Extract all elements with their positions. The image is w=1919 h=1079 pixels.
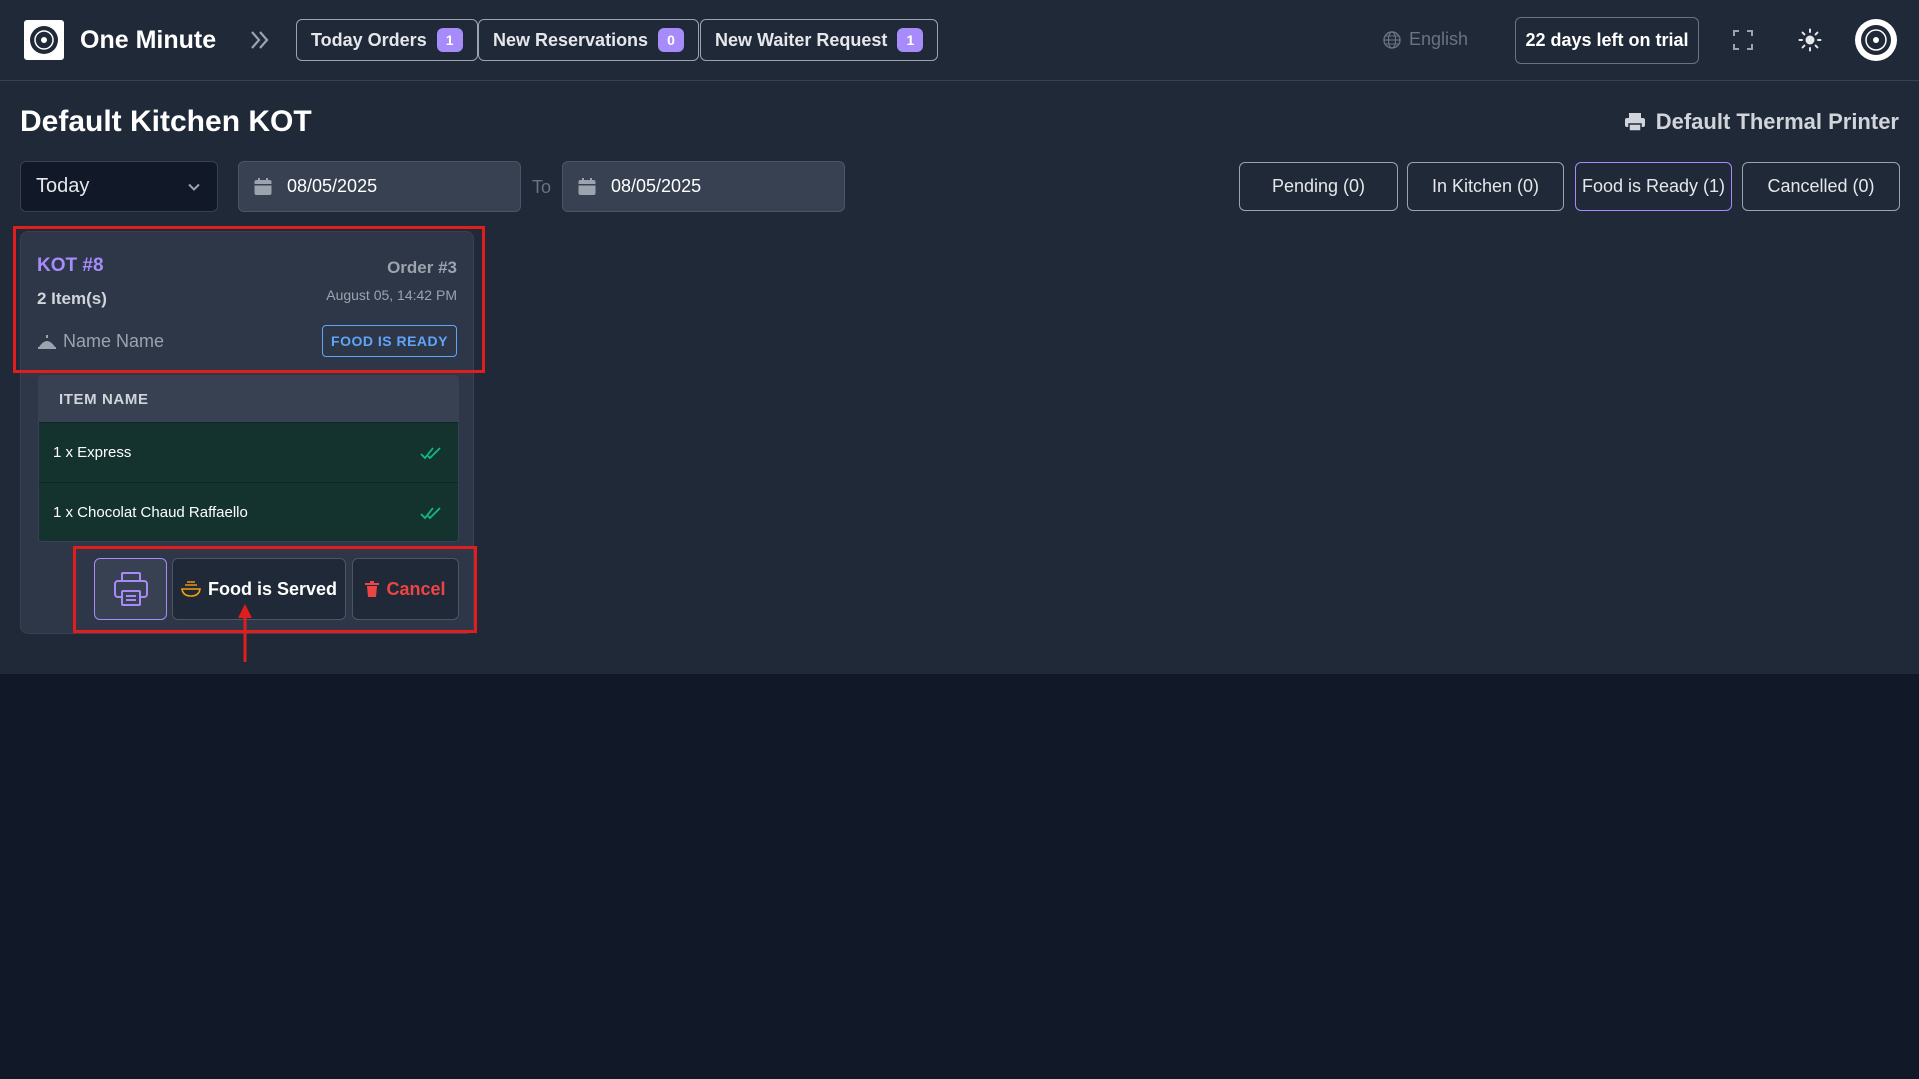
today-orders-label: Today Orders — [311, 29, 427, 50]
today-orders-button[interactable]: Today Orders 1 — [296, 19, 478, 61]
double-check-icon — [420, 446, 441, 459]
today-orders-count: 1 — [436, 28, 463, 52]
table-row: 1 x Express — [39, 422, 458, 482]
language-selector[interactable]: English — [1382, 29, 1468, 50]
calendar-icon — [254, 177, 272, 195]
tab-cancelled[interactable]: Cancelled (0) — [1742, 162, 1900, 211]
tab-in-kitchen[interactable]: In Kitchen (0) — [1407, 162, 1564, 211]
brand-name: One Minute — [80, 26, 217, 54]
new-waiter-request-label: New Waiter Request — [715, 29, 888, 50]
expand-sidebar-icon[interactable] — [246, 26, 274, 54]
avatar-logo-icon — [1861, 25, 1891, 55]
annotation-highlight-card-header — [13, 226, 485, 373]
date-to-input[interactable]: 08/05/2025 — [562, 161, 845, 212]
to-label: To — [532, 177, 552, 197]
annotation-highlight-actions — [73, 546, 477, 633]
fullscreen-icon[interactable] — [1731, 28, 1755, 52]
item-name: 1 x Express — [53, 444, 132, 461]
items-table-header: ITEM NAME — [39, 376, 458, 422]
printer-selector[interactable]: Default Thermal Printer — [1624, 109, 1899, 135]
trial-button[interactable]: 22 days left on trial — [1515, 17, 1699, 64]
item-name: 1 x Chocolat Chaud Raffaello — [53, 504, 248, 521]
items-table: ITEM NAME 1 x Express 1 x Chocolat Chaud… — [38, 375, 459, 542]
user-avatar[interactable] — [1855, 19, 1897, 61]
new-reservations-count: 0 — [658, 28, 685, 52]
tab-food-is-ready[interactable]: Food is Ready (1) — [1575, 162, 1732, 211]
date-from-value: 08/05/2025 — [287, 176, 378, 196]
calendar-icon — [578, 177, 596, 195]
new-waiter-request-count: 1 — [897, 28, 924, 52]
language-label: English — [1409, 29, 1469, 49]
new-reservations-label: New Reservations — [493, 29, 649, 50]
new-reservations-button[interactable]: New Reservations 0 — [478, 19, 700, 61]
tab-pending[interactable]: Pending (0) — [1239, 162, 1398, 211]
globe-icon — [1383, 30, 1401, 49]
logo-icon — [30, 26, 58, 54]
app-root: One Minute Today Orders 1 New Reservatio… — [0, 0, 1919, 1079]
printer-icon — [1624, 113, 1645, 132]
brand-logo[interactable] — [24, 20, 64, 60]
double-check-icon — [420, 506, 441, 519]
top-bar: One Minute Today Orders 1 New Reservatio… — [0, 0, 1919, 81]
chevron-down-icon — [188, 183, 200, 191]
printer-label-text: Default Thermal Printer — [1655, 109, 1899, 134]
annotation-arrow-icon — [238, 604, 252, 662]
date-range-select[interactable]: Today — [20, 161, 218, 212]
date-range-value: Today — [36, 175, 90, 197]
table-row: 1 x Chocolat Chaud Raffaello — [39, 482, 458, 541]
new-waiter-request-button[interactable]: New Waiter Request 1 — [700, 19, 939, 61]
page-title: Default Kitchen KOT — [20, 105, 312, 138]
date-to-value: 08/05/2025 — [611, 176, 702, 196]
date-from-input[interactable]: 08/05/2025 — [238, 161, 521, 212]
sun-icon[interactable] — [1798, 28, 1822, 52]
